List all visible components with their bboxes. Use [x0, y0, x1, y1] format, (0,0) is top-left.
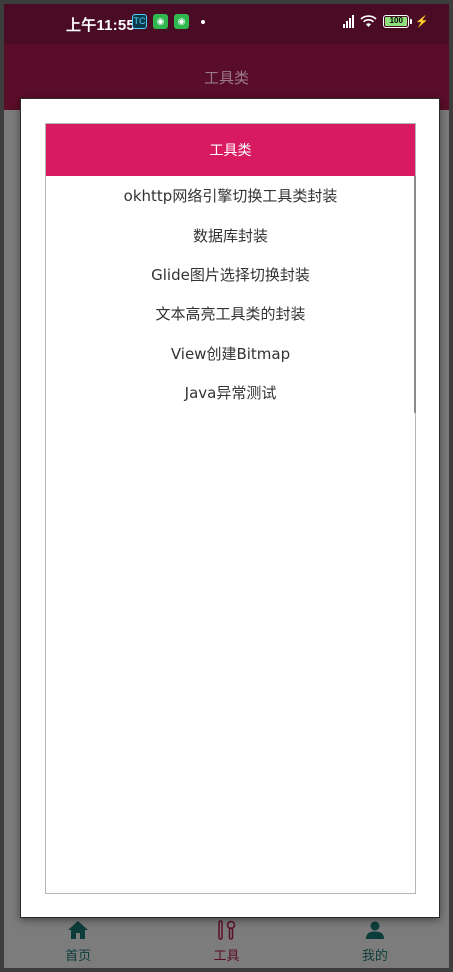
tc-icon: TC: [132, 14, 147, 29]
list-scrollbar[interactable]: [414, 176, 416, 413]
nav-label-home: 首页: [65, 949, 92, 964]
list-item[interactable]: View创建Bitmap: [46, 334, 415, 373]
dialog-title-bar: 工具类: [46, 124, 415, 176]
person-icon: [365, 920, 385, 940]
wechat-icon: ◉: [174, 14, 189, 29]
list-item-label: Java异常测试: [184, 384, 277, 403]
status-right: 100 ⚡: [343, 15, 429, 28]
dialog-content: 工具类 okhttp网络引擎切换工具类封装 数据库封装 Glide图片选择切换封…: [45, 123, 416, 894]
nav-item-tools[interactable]: 工具: [152, 916, 300, 968]
wifi-icon: [360, 15, 377, 27]
list-item[interactable]: 数据库封装: [46, 215, 415, 254]
list-item-label: 文本高亮工具类的封装: [155, 305, 306, 324]
list-item[interactable]: 文本高亮工具类的封装: [46, 294, 415, 333]
battery-icon: 100: [383, 15, 413, 28]
bottom-nav: 首页 工具 我的: [4, 916, 449, 968]
phone-frame: 上午11:55 TC ◉ ◉ 100 ⚡ 工具类 首页 工具 我的 工具类 ok…: [0, 0, 453, 972]
list-item[interactable]: Glide图片选择切换封装: [46, 255, 415, 294]
nav-item-home[interactable]: 首页: [4, 916, 152, 968]
list-item-label: View创建Bitmap: [170, 344, 291, 363]
tools-list: okhttp网络引擎切换工具类封装 数据库封装 Glide图片选择切换封装 文本…: [46, 176, 416, 413]
nav-label-tools: 工具: [213, 949, 240, 964]
charging-icon: ⚡: [415, 16, 429, 28]
nav-item-mine[interactable]: 我的: [301, 916, 449, 968]
status-app-icons: TC ◉ ◉: [132, 14, 189, 29]
status-time: 上午11:55: [66, 17, 135, 34]
wechat-icon: ◉: [153, 14, 168, 29]
list-item-label: Glide图片选择切换封装: [151, 265, 310, 284]
tools-dialog: 工具类 okhttp网络引擎切换工具类封装 数据库封装 Glide图片选择切换封…: [20, 98, 440, 918]
list-item-label: 数据库封装: [192, 226, 268, 245]
notification-dot-icon: [201, 20, 205, 24]
list-item[interactable]: okhttp网络引擎切换工具类封装: [46, 176, 415, 215]
home-icon: [67, 920, 89, 940]
list-item-label: okhttp网络引擎切换工具类封装: [123, 187, 338, 206]
list-item[interactable]: Java异常测试: [46, 373, 415, 412]
app-bar-title: 工具类: [203, 68, 249, 87]
signal-icon: [343, 15, 355, 28]
tools-icon: [215, 920, 237, 940]
nav-label-mine: 我的: [361, 949, 388, 964]
battery-level: 100: [385, 17, 408, 26]
dialog-title: 工具类: [209, 143, 252, 159]
status-bar: 上午11:55 TC ◉ ◉ 100 ⚡: [4, 4, 449, 44]
